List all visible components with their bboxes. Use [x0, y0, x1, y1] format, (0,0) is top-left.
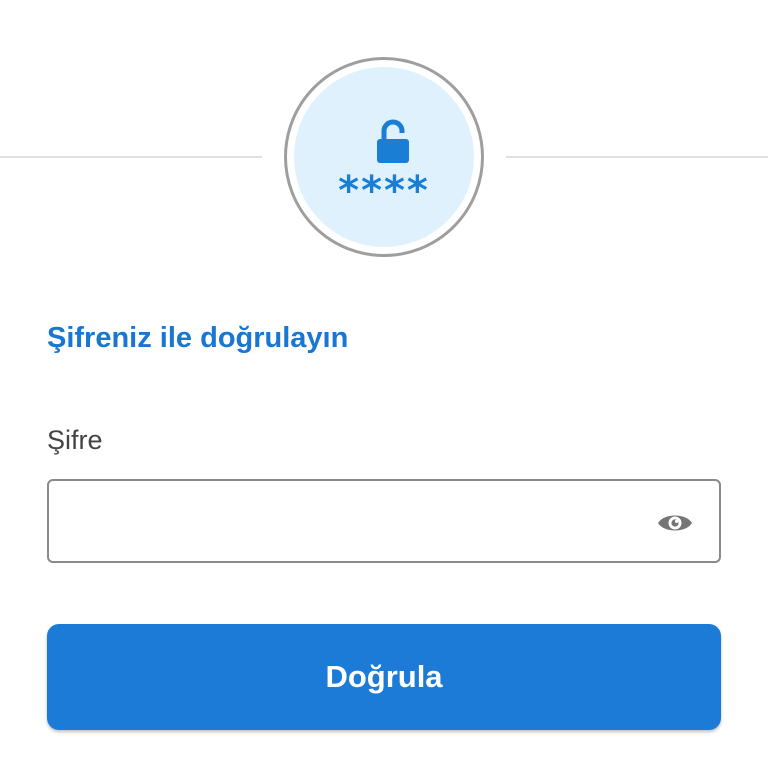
badge-background: **** [294, 67, 474, 247]
password-badge: **** [284, 57, 484, 257]
lock-open-icon [377, 119, 409, 163]
password-field[interactable] [47, 479, 721, 563]
masked-password-glyphs: **** [338, 168, 430, 214]
password-input[interactable] [67, 491, 641, 553]
divider-left [0, 156, 262, 158]
eye-icon[interactable] [657, 511, 693, 535]
password-label: Şifre [47, 425, 103, 455]
divider-right [506, 156, 768, 158]
verify-button[interactable]: Doğrula [47, 624, 721, 730]
verify-password-page: **** Şifreniz ile doğrulayın Şifre Doğru… [0, 0, 768, 768]
page-title: Şifreniz ile doğrulayın [47, 322, 349, 354]
